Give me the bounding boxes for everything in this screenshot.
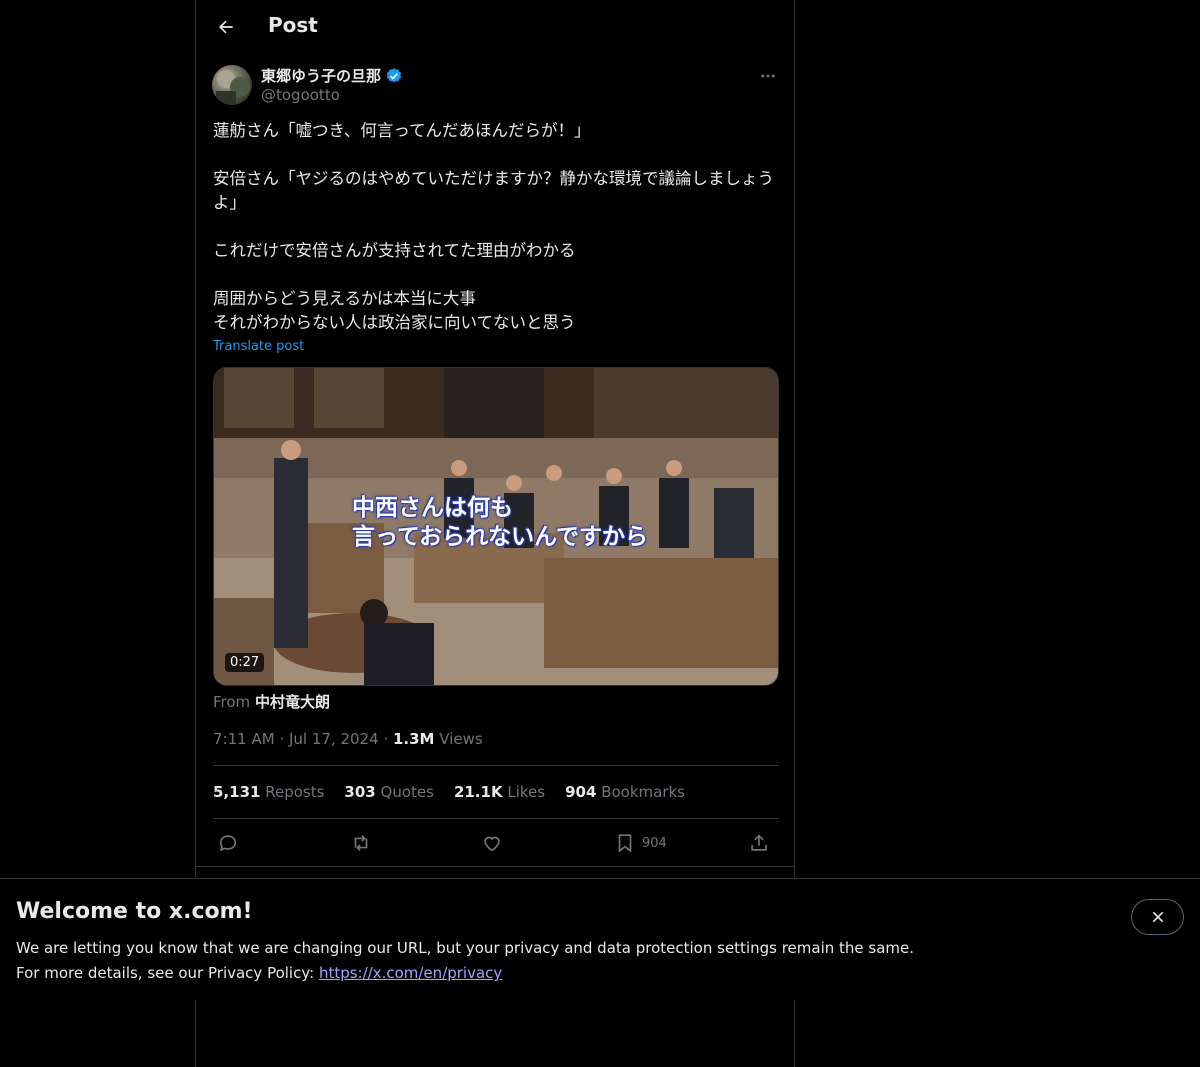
author-name-text: 東郷ゆう子の旦那: [261, 67, 382, 85]
quotes-count: 303: [344, 783, 376, 801]
translate-post-link[interactable]: Translate post: [213, 339, 304, 354]
arrow-left-icon: [219, 20, 233, 34]
more-options-button[interactable]: [756, 64, 780, 88]
banner-line: We are letting you know that we are chan…: [16, 939, 915, 957]
engagement-stats: 5,131 Reposts 303 Quotes 21.1K Likes 904…: [213, 783, 685, 801]
media-source: From 中村竜大朗: [213, 691, 330, 712]
video-caption: 中西さんは何も 言っておられないんですから: [352, 495, 649, 550]
bookmark-icon: [618, 834, 632, 853]
bookmarks-stat[interactable]: 904 Bookmarks: [565, 783, 685, 801]
privacy-policy-link[interactable]: https://x.com/en/privacy: [319, 964, 502, 982]
repost-button[interactable]: [350, 829, 372, 857]
divider: [213, 765, 779, 766]
bookmark-button[interactable]: 904: [614, 829, 667, 857]
share-icon: [751, 834, 767, 851]
page-header: Post: [196, 0, 794, 54]
repost-icon: [354, 835, 368, 851]
action-bar: 904: [213, 829, 779, 857]
tweet-line: [213, 215, 779, 239]
like-button[interactable]: [481, 829, 503, 857]
likes-label: Likes: [507, 783, 546, 801]
reposts-count: 5,131: [213, 783, 261, 801]
views-label: Views: [439, 730, 483, 748]
bookmarks-count: 904: [565, 783, 597, 801]
from-label: From: [213, 693, 251, 711]
reposts-label: Reposts: [265, 783, 325, 801]
tweet-line: [213, 263, 779, 287]
tweet-line: [213, 143, 779, 167]
bookmark-count: 904: [642, 835, 667, 851]
divider: [196, 866, 794, 867]
meta-dot: ·: [279, 730, 289, 748]
page-title: Post: [268, 13, 318, 37]
reply-button[interactable]: [217, 829, 239, 857]
share-button[interactable]: [748, 829, 770, 857]
tweet-line: 周囲からどう見えるかは本当に大事: [213, 289, 476, 308]
author-display-name[interactable]: 東郷ゆう子の旦那: [261, 65, 403, 86]
banner-body: We are letting you know that we are chan…: [16, 936, 914, 986]
tweet-line: 安倍さん「ヤジるのはやめていただけますか？静かな環境で議論しましょうよ」: [213, 169, 774, 212]
bookmarks-label: Bookmarks: [601, 783, 685, 801]
avatar-image: [216, 70, 250, 105]
quotes-label: Quotes: [380, 783, 434, 801]
like-icon: [484, 836, 500, 852]
back-button[interactable]: [210, 11, 242, 43]
close-icon: [1152, 911, 1163, 923]
quotes-stat[interactable]: 303 Quotes: [344, 783, 434, 801]
divider: [213, 818, 779, 819]
tweet-text: 蓮舫さん「嘘つき、何言ってんだあほんだらが！」 安倍さん「ヤジるのはやめていただ…: [213, 119, 779, 335]
post-time[interactable]: 7:11 AM: [213, 730, 275, 748]
post-meta: 7:11 AM · Jul 17, 2024 · 1.3M Views: [213, 730, 483, 748]
tweet-line: 蓮舫さん「嘘つき、何言ってんだあほんだらが！」: [213, 121, 591, 140]
author-handle[interactable]: @togootto: [261, 86, 340, 104]
banner-line2-prefix: For more details, see our Privacy Policy…: [16, 964, 319, 982]
views-count: 1.3M: [392, 730, 435, 748]
close-banner-button[interactable]: [1131, 899, 1184, 935]
meta-dot: ·: [383, 730, 393, 748]
post-date[interactable]: Jul 17, 2024: [289, 730, 379, 748]
reply-icon: [219, 835, 237, 852]
from-name-link[interactable]: 中村竜大朗: [255, 693, 330, 711]
avatar[interactable]: [212, 65, 252, 105]
likes-count: 21.1K: [453, 783, 503, 801]
more-icon: [761, 74, 775, 78]
banner-title: Welcome to x.com!: [16, 899, 253, 924]
tweet-line: これだけで安倍さんが支持されてた理由がわかる: [213, 241, 576, 260]
tweet-line: それがわからない人は政治家に向いてないと思う: [213, 313, 576, 332]
reposts-stat[interactable]: 5,131 Reposts: [213, 783, 324, 801]
url-change-banner: Welcome to x.com! We are letting you kno…: [0, 878, 1200, 1000]
video-player[interactable]: 中西さんは何も 言っておられないんですから 0:27: [213, 367, 779, 686]
banner-line-2: For more details, see our Privacy Policy…: [16, 961, 914, 986]
video-duration: 0:27: [225, 653, 265, 672]
likes-stat[interactable]: 21.1K Likes: [454, 783, 545, 801]
verified-badge-icon: [386, 67, 402, 83]
